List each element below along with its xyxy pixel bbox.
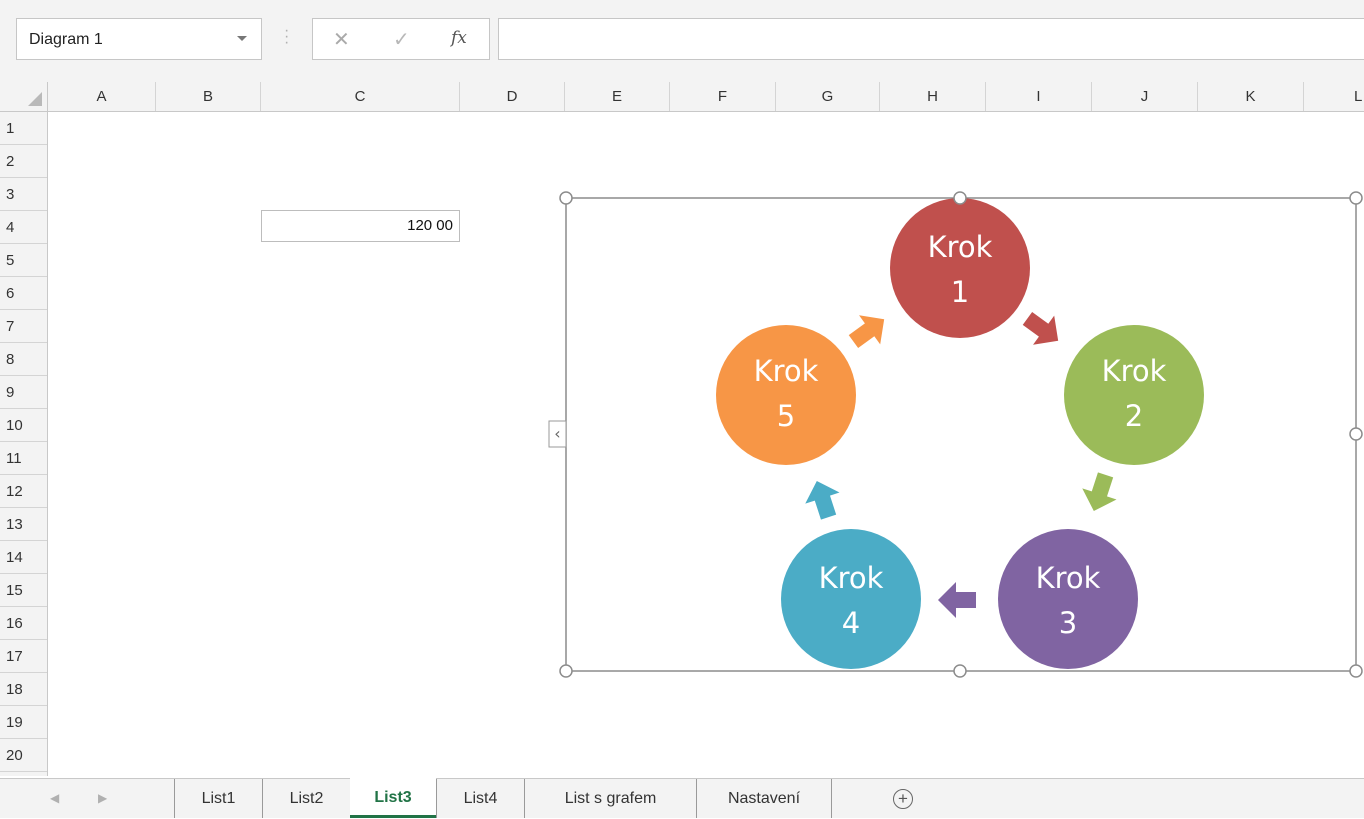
scroll-tabs-left-icon[interactable]: ◀: [50, 791, 59, 805]
sheet-tab-list-s-grafem[interactable]: List s grafem: [524, 779, 696, 818]
step-1-line2: 1: [951, 275, 969, 309]
step-1-line1: Krok: [928, 230, 993, 264]
chevron-left-icon: ‹: [554, 424, 560, 443]
step-5-line1: Krok: [754, 354, 819, 388]
step-3-line2: 3: [1059, 606, 1077, 640]
step-4-line1: Krok: [819, 561, 884, 595]
resize-handle-bottom-right[interactable]: [1349, 664, 1363, 678]
scroll-tabs-right-icon[interactable]: ▶: [98, 791, 107, 805]
step-2-line1: Krok: [1102, 354, 1167, 388]
resize-handle-top-left[interactable]: [559, 191, 573, 205]
step-3-line1: Krok: [1036, 561, 1101, 595]
resize-handle-top[interactable]: [953, 191, 967, 205]
sheet-tab-bar: ◀ ▶ List1 List2 List3 List4 List s grafe…: [0, 778, 1364, 818]
resize-handle-right[interactable]: [1349, 427, 1363, 441]
step-3[interactable]: Krok 3: [998, 529, 1138, 669]
step-1[interactable]: Krok 1: [890, 198, 1030, 338]
arrow-1-to-2: [1022, 311, 1059, 345]
step-4[interactable]: Krok 4: [781, 529, 921, 669]
arrow-2-to-3: [1082, 472, 1117, 512]
sheet-tab-list3[interactable]: List3: [350, 778, 436, 818]
step-5[interactable]: Krok 5: [716, 325, 856, 465]
resize-handle-top-right[interactable]: [1349, 191, 1363, 205]
step-5-line2: 5: [777, 399, 795, 433]
sheet-tab-nastaveni[interactable]: Nastavení: [696, 779, 832, 818]
sheet-tab-list2[interactable]: List2: [262, 779, 350, 818]
arrow-3-to-4: [938, 582, 976, 618]
arrow-5-to-1: [848, 315, 885, 349]
sheet-tab-list4[interactable]: List4: [436, 779, 524, 818]
arrow-4-to-5: [805, 480, 840, 520]
step-2-line2: 2: [1125, 399, 1143, 433]
step-2[interactable]: Krok 2: [1064, 325, 1204, 465]
sheet-tab-list1[interactable]: List1: [174, 779, 262, 818]
smartart-diagram[interactable]: ‹ Krok 1 Krok 2 Krok 3 Krok 4 Krok 5: [0, 0, 1364, 818]
resize-handle-bottom[interactable]: [953, 664, 967, 678]
resize-handle-bottom-left[interactable]: [559, 664, 573, 678]
text-pane-toggle[interactable]: ‹: [548, 420, 567, 448]
step-4-line2: 4: [842, 606, 860, 640]
add-sheet-icon[interactable]: +: [893, 789, 913, 809]
